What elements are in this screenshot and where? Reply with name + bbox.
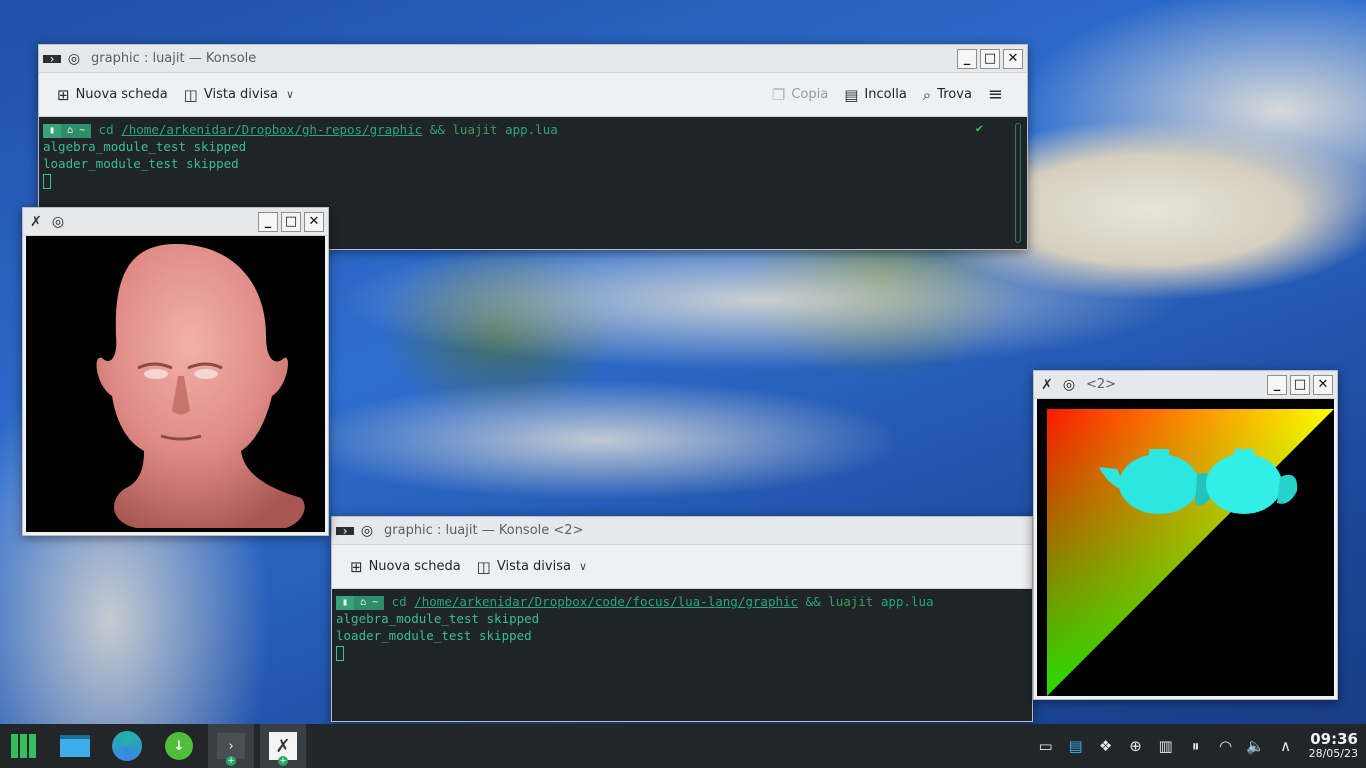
new-tab-button[interactable]: ⊞ Nuova scheda — [342, 552, 469, 582]
split-view-button[interactable]: ◫ Vista divisa ∨ — [176, 80, 302, 110]
render-canvas[interactable] — [1037, 399, 1334, 696]
prompt-dir-segment: ⌂ ~ — [61, 123, 92, 138]
application-launcher-button[interactable] — [0, 724, 46, 768]
terminal-icon[interactable]: › — [336, 523, 354, 538]
prompt-os-segment: ▮ — [43, 123, 62, 138]
titlebar[interactable]: › ◎ graphic : luajit — Konsole _ □ ✕ — [39, 45, 1027, 73]
clock-date: 28/05/23 — [1308, 747, 1358, 761]
dropbox-icon[interactable]: ❖ — [1091, 737, 1121, 755]
updates-icon[interactable]: ⊕ — [1121, 737, 1151, 755]
chevron-down-icon[interactable]: ∨ — [579, 560, 587, 573]
add-badge-icon: + — [226, 756, 236, 766]
find-button[interactable]: ⌕ Trova — [915, 80, 980, 110]
search-icon: ⌕ — [922, 85, 932, 104]
scrollbar[interactable] — [1015, 123, 1021, 243]
minimize-button[interactable]: _ — [258, 211, 278, 232]
paste-icon: ▤ — [844, 85, 859, 104]
prompt-dir-segment: ⌂ ~ — [354, 595, 385, 610]
render-canvas[interactable] — [26, 236, 325, 532]
file-manager-button[interactable] — [52, 724, 98, 768]
folder-icon — [60, 735, 90, 757]
minimize-button[interactable]: _ — [1267, 374, 1287, 395]
toolbar: ⊞ Nuova scheda ◫ Vista divisa ∨ — [332, 545, 1032, 589]
maximize-button[interactable]: □ — [980, 48, 1000, 69]
new-tab-icon: ⊞ — [350, 557, 363, 576]
wifi-icon[interactable]: ◠ — [1211, 737, 1241, 755]
terminal-area[interactable]: ▮ ⌂ ~ cd /home/arkenidar/Dropbox/code/foc… — [332, 589, 1032, 721]
media-pause-icon[interactable]: ⏸ — [1181, 737, 1211, 755]
terminal-icon[interactable]: › — [43, 51, 61, 66]
command-line: ▮ ⌂ ~ cd /home/arkenidar/Dropbox/gh-repos… — [43, 121, 1023, 138]
close-button[interactable]: ✕ — [1313, 374, 1333, 395]
prompt-os-segment: ▮ — [336, 595, 355, 610]
command-line: ▮ ⌂ ~ cd /home/arkenidar/Dropbox/code/foc… — [336, 593, 1028, 610]
window-title: graphic : luajit — Konsole <2> — [384, 523, 584, 538]
digital-clock[interactable]: 09:36 28/05/23 — [1308, 730, 1358, 761]
pin-icon[interactable]: ◎ — [358, 522, 376, 540]
output-line: algebra_module_test skipped — [43, 139, 247, 154]
pager-icon[interactable]: ▤ — [1061, 737, 1091, 755]
new-tab-icon: ⊞ — [57, 85, 70, 104]
edge-browser-button[interactable] — [104, 724, 150, 768]
output-line: loader_module_test skipped — [336, 628, 532, 643]
toolbar: ⊞ Nuova scheda ◫ Vista divisa ∨ ❐ Copia ▤ Inc… — [39, 73, 1027, 117]
close-button[interactable]: ✕ — [1003, 48, 1023, 69]
x-app-task-button[interactable]: ✗ + — [260, 724, 306, 768]
triangle-teapot-render-image — [1047, 409, 1334, 696]
minimize-button[interactable]: _ — [957, 48, 977, 69]
x-app-icon[interactable]: ✗ — [1038, 376, 1056, 394]
taskbar: ↓ › + ✗ + ▭ ▤ ❖ ⊕ ▥ ⏸ ◠ 🔈 ∧ 09:36 28/05/… — [0, 724, 1366, 768]
clipboard-icon[interactable]: ▥ — [1151, 737, 1181, 755]
maximize-button[interactable]: □ — [281, 211, 301, 232]
volume-icon[interactable]: 🔈 — [1241, 737, 1271, 755]
paste-button[interactable]: ▤ Incolla — [836, 80, 915, 110]
copy-icon: ❐ — [771, 85, 786, 104]
new-tab-button[interactable]: ⊞ Nuova scheda — [49, 80, 176, 110]
pin-icon[interactable]: ◎ — [1060, 376, 1078, 394]
add-badge-icon: + — [278, 756, 288, 766]
split-view-button[interactable]: ◫ Vista divisa ∨ — [469, 552, 595, 582]
output-line: loader_module_test skipped — [43, 156, 239, 171]
chevron-down-icon[interactable]: ∨ — [286, 88, 294, 101]
close-button[interactable]: ✕ — [304, 211, 324, 232]
render-window-head[interactable]: ✗ ◎ _ □ ✕ — [22, 207, 329, 536]
titlebar[interactable]: › ◎ graphic : luajit — Konsole <2> — [332, 517, 1032, 545]
text-cursor — [336, 646, 344, 661]
render-window-teapot[interactable]: ✗ ◎ <2> _ □ ✕ — [1033, 370, 1338, 700]
downloader-button[interactable]: ↓ — [156, 724, 202, 768]
status-check-icon: ✔ — [975, 121, 983, 135]
titlebar[interactable]: ✗ ◎ <2> _ □ ✕ — [1034, 371, 1337, 399]
menu-icon: ≡ — [987, 84, 1003, 105]
chevron-up-icon[interactable]: ∧ — [1271, 737, 1301, 755]
show-desktop-icon[interactable]: ▭ — [1031, 737, 1061, 755]
x-app-icon[interactable]: ✗ — [27, 213, 45, 231]
system-tray: ▭ ▤ ❖ ⊕ ▥ ⏸ ◠ 🔈 ∧ 09:36 28/05/23 — [1031, 724, 1366, 768]
output-line: algebra_module_test skipped — [336, 611, 540, 626]
split-view-icon: ◫ — [476, 557, 491, 576]
hamburger-menu-button[interactable]: ≡ — [980, 80, 1017, 110]
head-render-image — [96, 244, 305, 528]
copy-button[interactable]: ❐ Copia — [764, 80, 836, 110]
titlebar[interactable]: ✗ ◎ _ □ ✕ — [23, 208, 328, 236]
pin-icon[interactable]: ◎ — [49, 213, 67, 231]
konsole-window-2[interactable]: › ◎ graphic : luajit — Konsole <2> ⊞ Nuov… — [331, 516, 1033, 722]
maximize-button[interactable]: □ — [1290, 374, 1310, 395]
text-cursor — [43, 174, 51, 189]
edge-browser-icon — [112, 731, 142, 761]
download-icon: ↓ — [165, 732, 193, 760]
clock-time: 09:36 — [1310, 730, 1358, 749]
split-view-icon: ◫ — [183, 85, 198, 104]
manjaro-logo-icon — [10, 734, 36, 758]
window-title: <2> — [1086, 377, 1117, 392]
pin-icon[interactable]: ◎ — [65, 50, 83, 68]
window-title: graphic : luajit — Konsole — [91, 51, 257, 66]
konsole-task-button[interactable]: › + — [208, 724, 254, 768]
